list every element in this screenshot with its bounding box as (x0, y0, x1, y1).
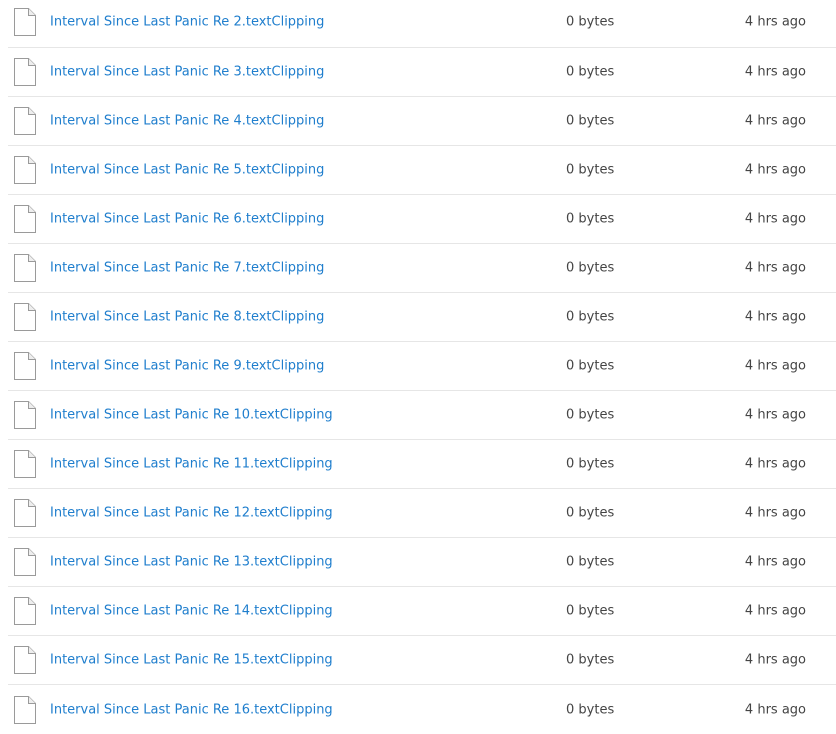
generic-file-icon (14, 107, 36, 135)
file-modified-time: 4 hrs ago (744, 505, 806, 521)
file-name-link[interactable]: Interval Since Last Panic Re 6.textClipp… (50, 212, 324, 227)
file-name-link[interactable]: Interval Since Last Panic Re 11.textClip… (50, 457, 333, 472)
generic-file-icon (14, 695, 36, 724)
file-row[interactable]: Interval Since Last Panic Re 14.textClip… (8, 587, 836, 636)
file-modified-time: 4 hrs ago (744, 162, 806, 178)
file-modified-time: 4 hrs ago (744, 309, 806, 325)
file-modified-time: 4 hrs ago (744, 407, 806, 423)
file-name-link[interactable]: Interval Since Last Panic Re 2.textClipp… (50, 15, 324, 30)
file-name-link[interactable]: Interval Since Last Panic Re 4.textClipp… (50, 114, 324, 129)
generic-file-icon (14, 303, 36, 331)
file-modified-time: 4 hrs ago (744, 652, 806, 668)
file-modified-time: 4 hrs ago (744, 554, 806, 570)
file-row[interactable]: Interval Since Last Panic Re 13.textClip… (8, 538, 836, 587)
file-modified-time: 4 hrs ago (744, 260, 806, 276)
file-modified-time: 4 hrs ago (744, 211, 806, 227)
generic-file-icon (14, 205, 36, 233)
file-modified-time: 4 hrs ago (744, 64, 806, 80)
file-modified-time: 4 hrs ago (744, 358, 806, 374)
generic-file-icon (14, 499, 36, 527)
generic-file-icon (14, 548, 36, 576)
file-modified-time: 4 hrs ago (744, 14, 806, 30)
generic-file-icon (14, 8, 36, 36)
file-name-link[interactable]: Interval Since Last Panic Re 7.textClipp… (50, 261, 324, 276)
file-size: 0 bytes (566, 64, 615, 80)
file-list: Interval Since Last Panic Re 2.textClipp… (0, 0, 836, 734)
file-size: 0 bytes (566, 505, 615, 521)
generic-file-icon (14, 597, 36, 625)
file-row[interactable]: Interval Since Last Panic Re 2.textClipp… (8, 0, 836, 48)
file-size: 0 bytes (566, 211, 615, 227)
file-name-link[interactable]: Interval Since Last Panic Re 15.textClip… (50, 653, 333, 668)
generic-file-icon (14, 401, 36, 429)
file-row[interactable]: Interval Since Last Panic Re 11.textClip… (8, 440, 836, 489)
file-row[interactable]: Interval Since Last Panic Re 5.textClipp… (8, 146, 836, 195)
file-modified-time: 4 hrs ago (744, 702, 806, 717)
file-row[interactable]: Interval Since Last Panic Re 7.textClipp… (8, 244, 836, 293)
file-name-link[interactable]: Interval Since Last Panic Re 3.textClipp… (50, 65, 324, 80)
generic-file-icon (14, 254, 36, 282)
file-modified-time: 4 hrs ago (744, 456, 806, 472)
file-name-link[interactable]: Interval Since Last Panic Re 10.textClip… (50, 408, 333, 423)
file-size: 0 bytes (566, 309, 615, 325)
file-row[interactable]: Interval Since Last Panic Re 8.textClipp… (8, 293, 836, 342)
file-modified-time: 4 hrs ago (744, 603, 806, 619)
file-modified-time: 4 hrs ago (744, 113, 806, 129)
file-name-link[interactable]: Interval Since Last Panic Re 5.textClipp… (50, 163, 324, 178)
file-row[interactable]: Interval Since Last Panic Re 15.textClip… (8, 636, 836, 685)
file-row[interactable]: Interval Since Last Panic Re 3.textClipp… (8, 48, 836, 97)
file-row[interactable]: Interval Since Last Panic Re 6.textClipp… (8, 195, 836, 244)
file-row[interactable]: Interval Since Last Panic Re 12.textClip… (8, 489, 836, 538)
file-name-link[interactable]: Interval Since Last Panic Re 12.textClip… (50, 506, 333, 521)
file-name-link[interactable]: Interval Since Last Panic Re 8.textClipp… (50, 310, 324, 325)
file-name-link[interactable]: Interval Since Last Panic Re 14.textClip… (50, 604, 333, 619)
file-size: 0 bytes (566, 113, 615, 129)
file-size: 0 bytes (566, 554, 615, 570)
file-row[interactable]: Interval Since Last Panic Re 9.textClipp… (8, 342, 836, 391)
file-size: 0 bytes (566, 652, 615, 668)
generic-file-icon (14, 450, 36, 478)
file-name-link[interactable]: Interval Since Last Panic Re 13.textClip… (50, 555, 333, 570)
generic-file-icon (14, 156, 36, 184)
file-size: 0 bytes (566, 603, 615, 619)
generic-file-icon (14, 646, 36, 674)
generic-file-icon (14, 58, 36, 86)
file-size: 0 bytes (566, 14, 615, 30)
file-size: 0 bytes (566, 260, 615, 276)
file-size: 0 bytes (566, 456, 615, 472)
file-size: 0 bytes (566, 702, 615, 717)
file-size: 0 bytes (566, 162, 615, 178)
file-row[interactable]: Interval Since Last Panic Re 4.textClipp… (8, 97, 836, 146)
file-row[interactable]: Interval Since Last Panic Re 10.textClip… (8, 391, 836, 440)
file-name-link[interactable]: Interval Since Last Panic Re 9.textClipp… (50, 359, 324, 374)
file-size: 0 bytes (566, 407, 615, 423)
file-size: 0 bytes (566, 358, 615, 374)
generic-file-icon (14, 352, 36, 380)
file-name-link[interactable]: Interval Since Last Panic Re 16.textClip… (50, 702, 333, 717)
